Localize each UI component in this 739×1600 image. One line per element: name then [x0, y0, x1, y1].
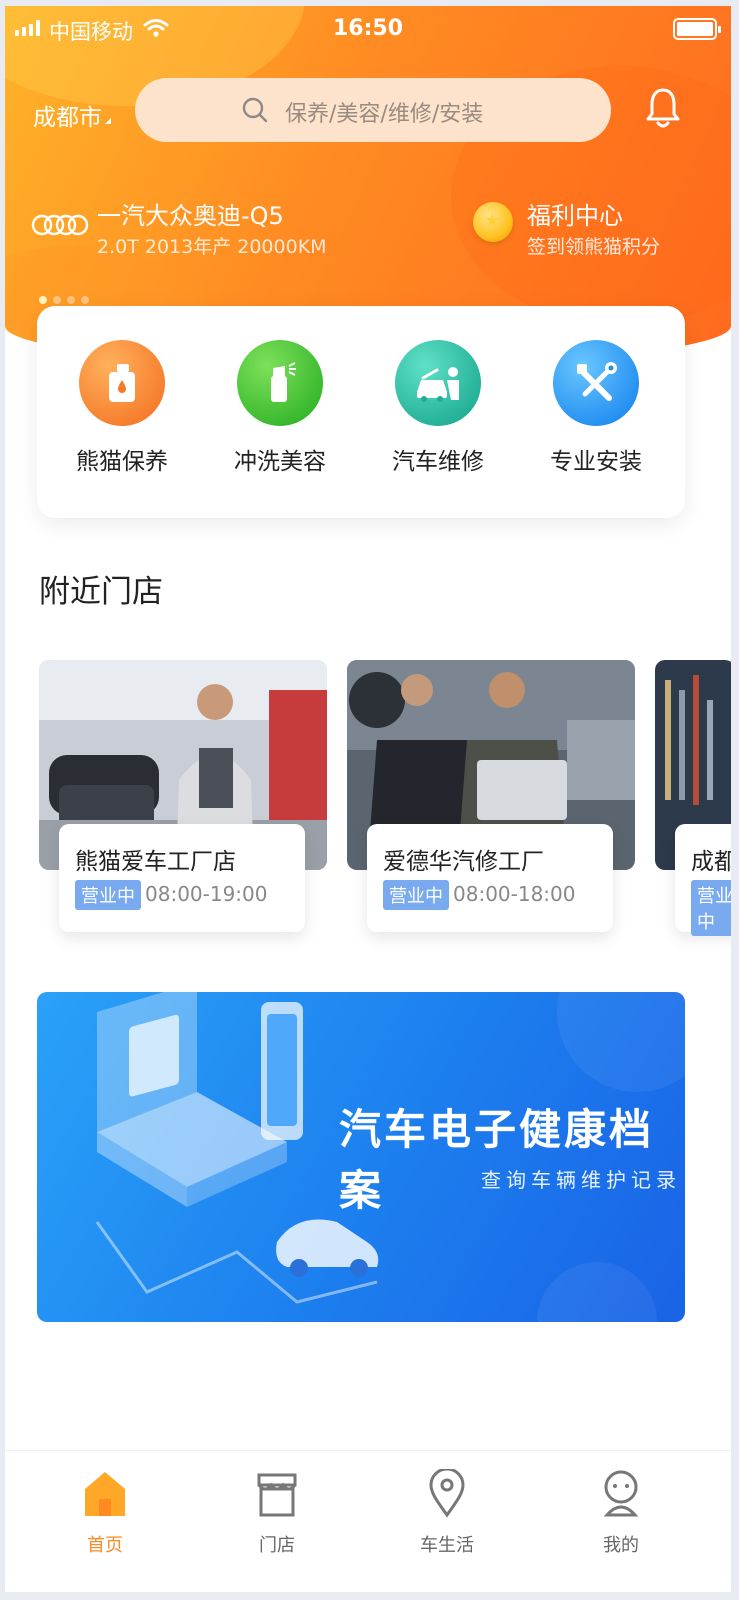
tab-label: 车生活	[420, 1535, 474, 1556]
banner-title: 汽车电子健康档案	[339, 1105, 655, 1215]
welfare-subtitle: 签到领熊猫积分	[527, 236, 661, 258]
service-install[interactable]: 专业安装	[521, 340, 671, 476]
service-label: 汽车维修	[392, 449, 484, 475]
oil-bottle-icon	[79, 340, 165, 426]
tab-profile[interactable]: 我的	[561, 1469, 681, 1557]
health-record-banner[interactable]: 汽车电子健康档案 查询车辆维护记录	[37, 992, 685, 1322]
clock: 16:50	[332, 16, 404, 41]
tools-icon	[553, 340, 639, 426]
audi-logo-icon	[31, 212, 89, 242]
service-repair[interactable]: 汽车维修	[363, 340, 513, 476]
search-bar[interactable]: 保养/美容/维修/安装	[135, 78, 611, 142]
location-pin-icon	[429, 1467, 465, 1518]
banner-subtitle: 查询车辆维护记录	[481, 1168, 681, 1192]
tab-car-life[interactable]: 车生活	[387, 1467, 507, 1557]
home-icon	[85, 1472, 125, 1516]
store-info-card[interactable]: 爱德华汽修工厂 营业中 08:00-18:00	[367, 824, 613, 932]
carousel-indicator	[39, 296, 89, 304]
profile-icon	[603, 1470, 639, 1517]
store-hours: 08:00-19:00	[145, 882, 268, 906]
store-hours: 08:00-18:00	[453, 882, 576, 906]
section-title-nearby: 附近门店	[39, 574, 163, 610]
search-placeholder: 保养/美容/维修/安装	[285, 102, 484, 127]
service-label: 熊猫保养	[76, 449, 168, 475]
spray-bottle-icon	[237, 340, 323, 426]
caret-down-icon	[105, 118, 111, 124]
tab-stores[interactable]: 门店	[217, 1469, 337, 1557]
store-name: 爱德华汽修工厂	[383, 849, 544, 875]
vehicle-name[interactable]: 一汽大众奥迪-Q5	[97, 196, 284, 231]
car-repair-icon	[395, 340, 481, 426]
store-name: 熊猫爱车工厂店	[75, 849, 236, 875]
tab-label: 门店	[259, 1535, 295, 1556]
store-info-card[interactable]: 成都 营业中	[675, 824, 731, 936]
service-label: 冲洗美容	[234, 449, 326, 475]
welfare-title[interactable]: 福利中心	[527, 196, 623, 231]
tab-label: 首页	[87, 1535, 123, 1556]
status-badge: 营业中	[691, 880, 731, 936]
service-label: 专业安装	[550, 449, 642, 475]
vehicle-spec: 2.0T 2013年产 20000KM	[97, 236, 327, 258]
service-shortcuts-card: 熊猫保养 冲洗美容 汽车维修 专业安装	[37, 306, 685, 518]
store-name: 成都	[691, 849, 731, 875]
city-selector[interactable]: 成都市	[33, 98, 102, 132]
tab-label: 我的	[603, 1535, 639, 1556]
service-wash[interactable]: 冲洗美容	[205, 340, 355, 476]
bell-icon[interactable]	[645, 86, 681, 134]
tab-home[interactable]: 首页	[45, 1469, 165, 1557]
status-badge: 营业中	[383, 880, 449, 910]
bottom-tab-bar: 首页 门店 车生活 我的	[5, 1450, 731, 1592]
battery-icon	[673, 18, 721, 40]
status-bar: 中国移动 16:50	[5, 6, 731, 50]
store-info-card[interactable]: 熊猫爱车工厂店 营业中 08:00-19:00	[59, 824, 305, 932]
coin-icon[interactable]: ★	[473, 202, 513, 242]
store-icon	[257, 1473, 297, 1517]
status-badge: 营业中	[75, 880, 141, 910]
service-maintenance[interactable]: 熊猫保养	[47, 340, 197, 476]
app-screen: 中国移动 16:50 成都市 保养/美容/维修/安装 一汽大众奥迪-Q5 2.0…	[5, 6, 731, 1592]
search-icon	[241, 96, 269, 128]
